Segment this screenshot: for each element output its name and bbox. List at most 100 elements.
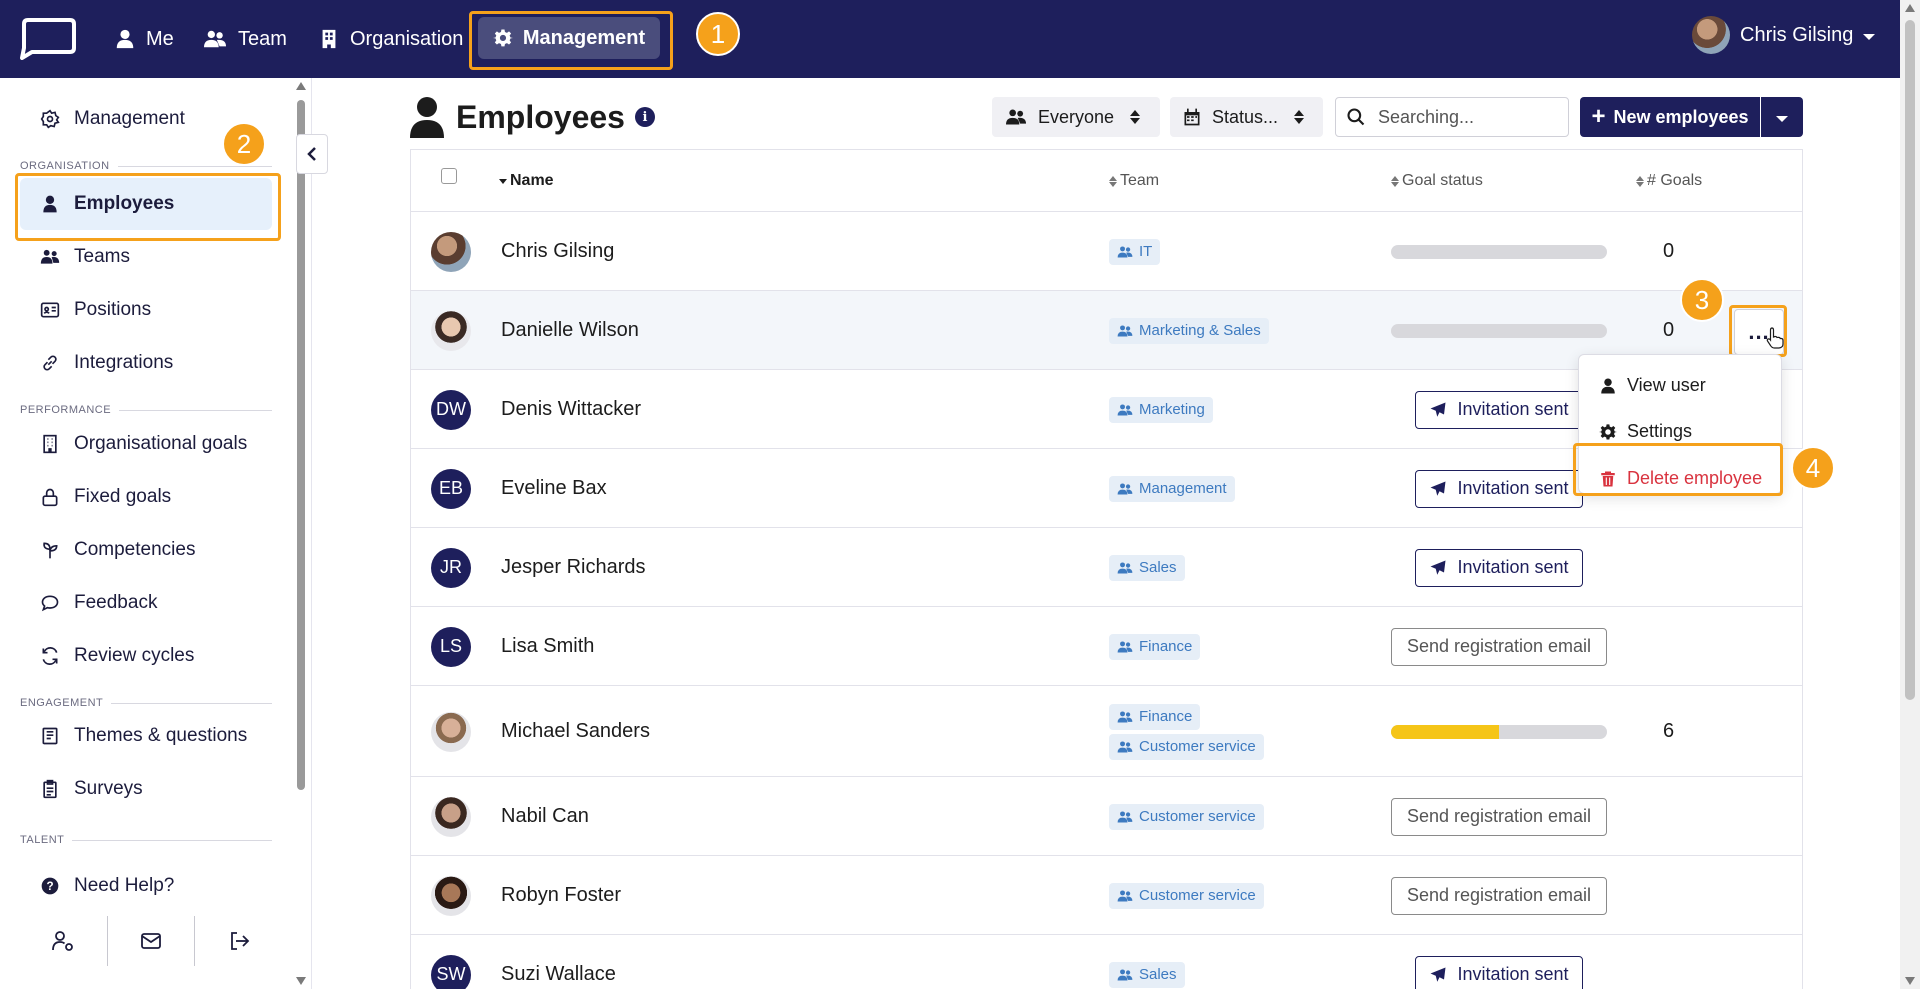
team-filter-select[interactable]: Everyone [992, 97, 1160, 137]
nav-me[interactable]: Me [114, 24, 174, 54]
nav-organisation[interactable]: Organisation [318, 24, 463, 54]
user-gear-icon [52, 931, 74, 951]
column-header-team[interactable]: Team [1109, 172, 1159, 190]
info-icon[interactable]: i [634, 107, 655, 127]
sidebar-item-review-cycles[interactable]: Review cycles [40, 638, 194, 674]
sort-desc-icon [499, 178, 507, 184]
scroll-down-icon[interactable] [296, 977, 306, 985]
team-tag[interactable]: Customer service [1109, 733, 1264, 760]
sidebar-item-organisational-goals[interactable]: Organisational goals [40, 426, 247, 462]
employee-name[interactable]: Eveline Bax [501, 477, 607, 500]
select-all-checkbox[interactable] [441, 168, 457, 184]
sidebar-scrollbar[interactable] [294, 78, 308, 989]
team-tag-label: Sales [1139, 966, 1177, 983]
table-row[interactable]: SW Suzi Wallace Sales Invitation sent [411, 935, 1802, 989]
table-row[interactable]: LS Lisa Smith Finance Send registration ema… [411, 607, 1802, 686]
invitation-sent-button[interactable]: Invitation sent [1415, 548, 1583, 587]
employee-name[interactable]: Jesper Richards [501, 556, 646, 579]
employee-name[interactable]: Michael Sanders [501, 720, 650, 743]
menu-item-view-user[interactable]: View user [1599, 375, 1706, 396]
scrollbar-thumb[interactable] [297, 100, 305, 790]
team-tag[interactable]: Marketing [1109, 396, 1213, 423]
sidebar-item-teams[interactable]: Teams [40, 239, 130, 275]
table-row[interactable]: Michael Sanders Finance Customer service 6 [411, 686, 1802, 777]
column-header-goal-status[interactable]: Goal status [1391, 172, 1483, 190]
employee-name[interactable]: Denis Wittacker [501, 398, 641, 421]
messages-button[interactable] [108, 916, 196, 966]
employee-name[interactable]: Chris Gilsing [501, 240, 614, 263]
table-row[interactable]: Nabil Can Customer service Send registrati… [411, 777, 1802, 856]
avatar[interactable]: EB [431, 468, 471, 509]
send-registration-email-button[interactable]: Send registration email [1391, 797, 1607, 836]
team-tag[interactable]: Finance [1109, 703, 1201, 730]
team-tag[interactable]: Marketing & Sales [1109, 317, 1269, 344]
team-tag[interactable]: Sales [1109, 961, 1185, 988]
table-row[interactable]: Chris Gilsing IT 0 [411, 212, 1802, 291]
avatar[interactable]: SW [431, 954, 471, 989]
nav-management[interactable]: Management [478, 17, 660, 59]
avatar[interactable]: DW [431, 389, 471, 430]
user-menu[interactable]: Chris Gilsing [1692, 16, 1876, 54]
avatar[interactable] [431, 310, 471, 351]
team-tag[interactable]: Customer service [1109, 882, 1264, 909]
status-filter-select[interactable]: Status... [1170, 97, 1323, 137]
send-registration-email-button[interactable]: Send registration email [1391, 876, 1607, 915]
sidebar-item-fixed-goals[interactable]: Fixed goals [40, 479, 171, 515]
new-employees-button[interactable]: + New employees [1580, 97, 1760, 137]
column-header-label: Goal status [1402, 172, 1483, 189]
sidebar-item-themes-questions[interactable]: Themes & questions [40, 718, 247, 754]
team-tag[interactable]: Management [1109, 475, 1235, 502]
team-tag[interactable]: Finance [1109, 633, 1201, 660]
sidebar-item-feedback[interactable]: Feedback [40, 585, 157, 621]
invitation-sent-button[interactable]: Invitation sent [1415, 955, 1583, 989]
avatar[interactable] [431, 796, 471, 837]
column-header-name[interactable]: Name [499, 172, 554, 190]
search-field[interactable] [1335, 97, 1569, 137]
team-tag[interactable]: Sales [1109, 554, 1185, 581]
employee-name[interactable]: Nabil Can [501, 805, 589, 828]
avatar[interactable]: JR [431, 547, 471, 588]
sidebar-item-integrations[interactable]: Integrations [40, 345, 173, 381]
user-settings-button[interactable] [20, 916, 108, 966]
goals-count: 0 [1663, 239, 1675, 262]
scroll-up-icon[interactable] [1905, 4, 1915, 12]
search-input[interactable] [1378, 106, 1548, 128]
invitation-sent-button[interactable]: Invitation sent [1415, 390, 1583, 429]
table-row[interactable]: JR Jesper Richards Sales Invitation sent [411, 528, 1802, 607]
sidebar-item-need-help[interactable]: ? Need Help? [40, 868, 174, 904]
sidebar-item-management[interactable]: Management [40, 101, 185, 137]
avatar[interactable] [431, 711, 471, 752]
invitation-sent-label: Invitation sent [1457, 557, 1569, 577]
scrollbar-thumb[interactable] [1905, 20, 1915, 700]
new-employees-dropdown-toggle[interactable] [1761, 97, 1803, 137]
sidebar-item-employees[interactable]: Employees [40, 186, 174, 222]
employee-name[interactable]: Lisa Smith [501, 635, 594, 658]
scroll-up-icon[interactable] [296, 82, 306, 90]
scroll-down-icon[interactable] [1905, 977, 1915, 985]
app-logo[interactable] [18, 18, 76, 60]
avatar[interactable]: LS [431, 626, 471, 667]
sidebar-item-competencies[interactable]: Competencies [40, 532, 195, 568]
building-icon [322, 29, 336, 49]
menu-item-settings[interactable]: Settings [1599, 421, 1692, 442]
team-tag-label: Finance [1139, 638, 1193, 655]
sidebar-item-positions[interactable]: Positions [40, 292, 151, 328]
invitation-sent-button[interactable]: Invitation sent [1415, 469, 1583, 508]
window-scrollbar[interactable] [1900, 0, 1920, 989]
nav-team[interactable]: Team [202, 24, 287, 54]
team-tag[interactable]: Customer service [1109, 803, 1264, 830]
avatar[interactable] [431, 875, 471, 916]
team-tag[interactable]: IT [1109, 238, 1161, 265]
sort-icon [1109, 175, 1117, 187]
collapse-sidebar-button[interactable] [296, 134, 328, 174]
employee-name[interactable]: Danielle Wilson [501, 319, 639, 342]
table-row[interactable]: Robyn Foster Customer service Send registr… [411, 856, 1802, 935]
column-header-goals[interactable]: # Goals [1636, 172, 1702, 190]
menu-item-delete-employee[interactable]: Delete employee [1599, 468, 1762, 489]
avatar[interactable] [431, 231, 471, 272]
logout-button[interactable] [195, 916, 282, 966]
employee-name[interactable]: Suzi Wallace [501, 963, 616, 986]
employee-name[interactable]: Robyn Foster [501, 884, 621, 907]
send-registration-email-button[interactable]: Send registration email [1391, 627, 1607, 666]
sidebar-item-surveys[interactable]: Surveys [40, 771, 143, 807]
